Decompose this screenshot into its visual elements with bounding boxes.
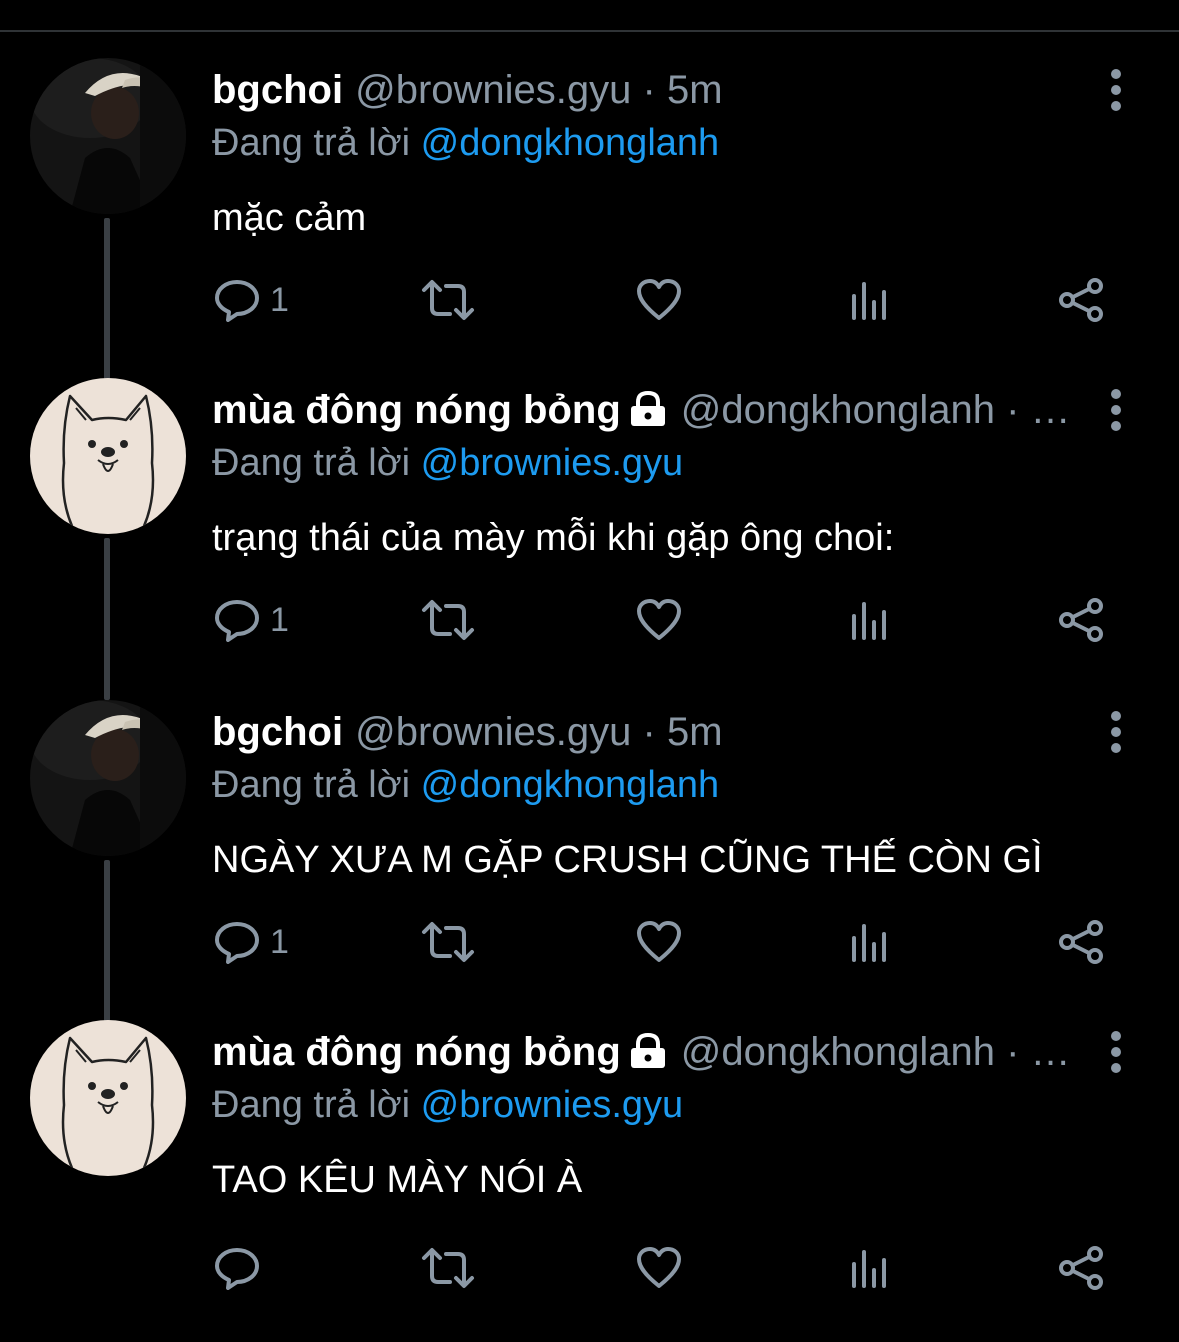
retweet-button[interactable] (420, 278, 476, 322)
lock-icon (627, 390, 669, 438)
replying-to-user[interactable]: @dongkhonglanh (421, 764, 720, 806)
views-button[interactable] (850, 278, 890, 322)
tweet-header: bgchoi @brownies.gyu · 5m (212, 708, 1089, 756)
share-button[interactable] (1058, 598, 1104, 642)
heart-icon (637, 599, 681, 640)
heart-icon (637, 279, 681, 320)
timestamp[interactable]: 5m (667, 68, 723, 112)
like-button[interactable] (636, 920, 682, 964)
replying-to-user[interactable]: @dongkhonglanh (421, 122, 720, 164)
analytics-icon (852, 282, 886, 320)
reply-icon (215, 922, 259, 964)
reply-button[interactable]: 1 (214, 920, 289, 964)
views-button[interactable] (850, 1246, 890, 1290)
top-divider (0, 30, 1179, 32)
replying-to-label: Đang trả lời (212, 122, 411, 164)
separator: · … (1006, 1030, 1071, 1074)
share-button[interactable] (1058, 920, 1104, 964)
tweet-header: bgchoi @brownies.gyu · 5m (212, 66, 1089, 114)
analytics-icon (852, 1250, 886, 1288)
username[interactable]: @brownies.gyu (355, 68, 631, 112)
tweet-header: mùa đông nóng bỏng @dongkhonglanh · … (212, 386, 1089, 438)
display-name[interactable]: mùa đông nóng bỏng (212, 388, 621, 432)
avatar[interactable] (30, 58, 186, 214)
display-name[interactable]: bgchoi (212, 710, 343, 754)
retweet-button[interactable] (420, 1246, 476, 1290)
username[interactable]: @dongkhonglanh (681, 1030, 995, 1074)
replying-to: Đang trả lời @brownies.gyu (212, 440, 683, 486)
like-button[interactable] (636, 278, 682, 322)
share-icon (1059, 598, 1103, 642)
separator: · (642, 710, 656, 754)
tweet-text: NGÀY XƯA M GẶP CRUSH CŨNG THẾ CÒN GÌ (212, 839, 1043, 881)
tweet-text: mặc cảm (212, 197, 367, 239)
retweet-icon (422, 922, 474, 962)
tweet-text: trạng thái của mày mỗi khi gặp ông choi: (212, 517, 895, 559)
like-button[interactable] (636, 1246, 682, 1290)
more-vertical-icon[interactable] (1100, 68, 1132, 112)
replying-to-label: Đang trả lời (212, 764, 411, 806)
replying-to: Đang trả lời @brownies.gyu (212, 1082, 683, 1128)
avatar[interactable] (30, 700, 186, 856)
reply-count: 1 (270, 922, 289, 961)
heart-icon (637, 921, 681, 962)
display-name[interactable]: mùa đông nóng bỏng (212, 1030, 621, 1074)
heart-icon (637, 1247, 681, 1288)
thread-line (104, 860, 110, 1022)
reply-button[interactable] (214, 1246, 270, 1290)
reply-icon (215, 600, 259, 642)
replying-to-label: Đang trả lời (212, 1084, 411, 1126)
tweet-text: TAO KÊU MÀY NÓI À (212, 1159, 583, 1201)
analytics-icon (852, 602, 886, 640)
username[interactable]: @brownies.gyu (355, 710, 631, 754)
more-vertical-icon[interactable] (1100, 1030, 1132, 1074)
replying-to: Đang trả lời @dongkhonglanh (212, 120, 719, 166)
tweet[interactable]: bgchoi @brownies.gyu · 5m Đang trả lời @d… (0, 700, 1179, 1022)
retweet-icon (422, 600, 474, 640)
separator: · (642, 68, 656, 112)
tweet-header: mùa đông nóng bỏng @dongkhonglanh · … (212, 1028, 1089, 1080)
views-button[interactable] (850, 920, 890, 964)
analytics-icon (852, 924, 886, 962)
retweet-button[interactable] (420, 920, 476, 964)
reply-count: 1 (270, 600, 289, 639)
views-button[interactable] (850, 598, 890, 642)
thread-line (104, 338, 110, 374)
timestamp[interactable]: 5m (667, 710, 723, 754)
separator: · … (1006, 388, 1071, 432)
replying-to: Đang trả lời @dongkhonglanh (212, 762, 719, 808)
more-vertical-icon[interactable] (1100, 388, 1132, 432)
retweet-button[interactable] (420, 598, 476, 642)
avatar[interactable] (30, 1020, 186, 1176)
replying-to-user[interactable]: @brownies.gyu (421, 442, 683, 484)
avatar[interactable] (30, 378, 186, 534)
reply-icon (215, 280, 259, 322)
share-icon (1059, 1246, 1103, 1290)
thread-line (104, 538, 110, 700)
reply-button[interactable]: 1 (214, 278, 289, 322)
reply-button[interactable]: 1 (214, 598, 289, 642)
tweet[interactable]: bgchoi @brownies.gyu · 5m Đang trả lời @d… (0, 58, 1179, 380)
share-button[interactable] (1058, 278, 1104, 322)
share-button[interactable] (1058, 1246, 1104, 1290)
replying-to-user[interactable]: @brownies.gyu (421, 1084, 683, 1126)
display-name[interactable]: bgchoi (212, 68, 343, 112)
more-vertical-icon[interactable] (1100, 710, 1132, 754)
retweet-icon (422, 1248, 474, 1288)
replying-to-label: Đang trả lời (212, 442, 411, 484)
share-icon (1059, 278, 1103, 322)
reply-icon (215, 1248, 259, 1290)
retweet-icon (422, 280, 474, 320)
like-button[interactable] (636, 598, 682, 642)
reply-count: 1 (270, 280, 289, 319)
tweet[interactable]: mùa đông nóng bỏng @dongkhonglanh · … Đan… (0, 1020, 1179, 1342)
share-icon (1059, 920, 1103, 964)
username[interactable]: @dongkhonglanh (681, 388, 995, 432)
tweet[interactable]: mùa đông nóng bỏng @dongkhonglanh · … Đan… (0, 338, 1179, 700)
lock-icon (627, 1032, 669, 1080)
